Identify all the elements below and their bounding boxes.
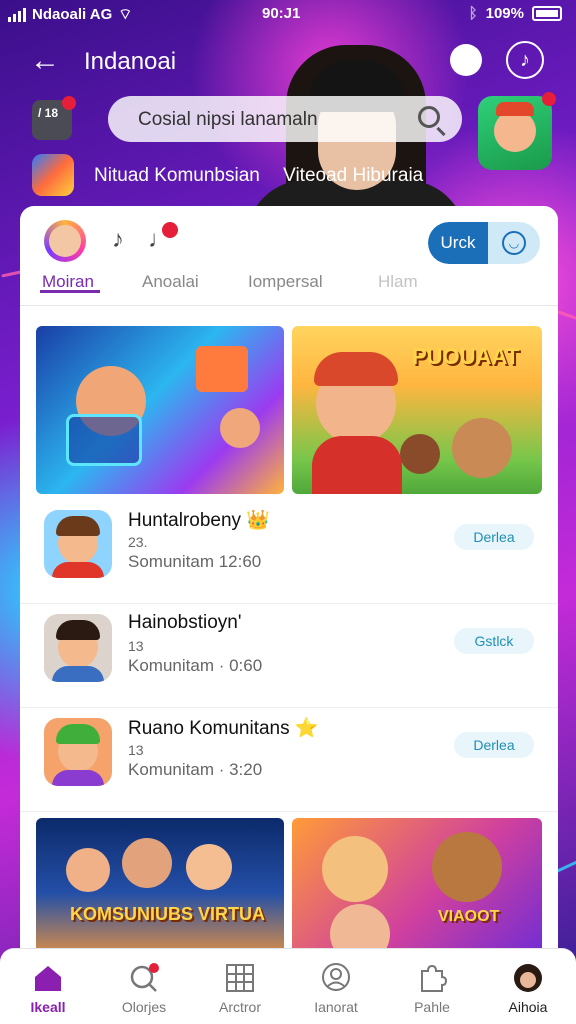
nav-home[interactable]: Ikeall: [0, 949, 96, 1024]
media-tile[interactable]: PUOUAAT: [292, 326, 542, 494]
music-note-icon[interactable]: ♪: [112, 226, 124, 254]
arrow-left-icon: ←: [30, 44, 60, 77]
content-card: ♪ ♩ Urck ◡ Moiran Anoalai Iompersal Hlam…: [20, 206, 558, 966]
nav-search[interactable]: Olorjes: [96, 949, 192, 1024]
item-meta: Somunitam 12:60: [128, 552, 262, 571]
bottom-nav: Ikeall Olorjes Arctror Ianorat Pahle Aih…: [0, 948, 576, 1024]
tab-anoalai[interactable]: Anoalai: [142, 272, 199, 292]
crown-icon: 👑: [246, 510, 270, 531]
music-alert-icon[interactable]: ♩: [148, 222, 178, 254]
search-placeholder: Cosial nipsi lanamaln: [138, 109, 318, 130]
tab-indicator: [40, 290, 100, 293]
chat-button[interactable]: [450, 44, 482, 76]
puzzle-icon: [421, 964, 448, 992]
media-tile[interactable]: [36, 326, 284, 494]
nav-label: Ianorat: [314, 999, 358, 1015]
music-note-icon: ♪: [520, 48, 530, 71]
nav-grid[interactable]: Arctror: [192, 949, 288, 1024]
user-avatar[interactable]: [44, 220, 86, 262]
home-icon: [35, 966, 61, 991]
nav-label: Olorjes: [121, 999, 167, 1015]
star-icon: ⭐: [294, 718, 319, 739]
status-bar: Ndaoali AG ⌔ 90:J1 ᛒ 109%: [0, 0, 576, 30]
nav-label: Arctror: [219, 999, 261, 1015]
tab-hlam[interactable]: Hlam: [378, 272, 418, 292]
profile-avatar[interactable]: [478, 92, 556, 170]
list-item[interactable]: Huntalrobeny 👑 23. Somunitam 12:60 Derle…: [20, 500, 558, 604]
media-tile[interactable]: VIAOOT: [292, 818, 542, 966]
item-meta: Komunitam · 3:20: [128, 760, 263, 779]
item-count: 13: [128, 638, 144, 654]
smile-icon: ◡: [502, 231, 526, 255]
profile-icon: [322, 963, 350, 991]
nav-label: Pahle: [414, 999, 450, 1015]
music-button[interactable]: ♪: [506, 41, 544, 79]
nav-label: Ikeall: [30, 999, 66, 1015]
category-link[interactable]: Nituad Komunbsian: [94, 165, 260, 186]
wifi-icon: ⌔: [118, 6, 133, 23]
media-tile[interactable]: KOMSUNIUBS VIRTUA: [36, 818, 284, 966]
carrier-text: Ndaoali AG: [32, 6, 113, 23]
tile-title: PUOUAAT: [412, 344, 520, 369]
toggle-label: Urck: [428, 222, 488, 264]
item-meta: Komunitam · 0:60: [128, 656, 263, 675]
signal-icon: [8, 7, 26, 22]
notification-badge: [542, 92, 556, 106]
nav-label: Aihoia: [508, 999, 548, 1015]
battery-icon: [532, 6, 562, 21]
category-links: Nituad Komunbsian Viteoad Hiburaia: [94, 165, 441, 187]
search-icon: [130, 963, 159, 992]
nav-puzzle[interactable]: Pahle: [384, 949, 480, 1024]
app-logo-icon[interactable]: [32, 154, 74, 196]
item-action-button[interactable]: Derlea: [454, 732, 534, 758]
item-thumbnail: [44, 718, 112, 786]
list-item[interactable]: Hainobstioyn' 13 Komunitam · 0:60 Gstlck: [20, 604, 558, 708]
item-action-button[interactable]: Gstlck: [454, 628, 534, 654]
page-title: Indanoai: [84, 48, 177, 75]
mini-app-box[interactable]: / 18: [32, 96, 76, 140]
category-link[interactable]: Viteoad Hiburaia: [283, 165, 423, 186]
search-icon[interactable]: [418, 106, 440, 128]
mode-toggle[interactable]: Urck ◡: [428, 222, 540, 264]
nav-profile[interactable]: Ianorat: [288, 949, 384, 1024]
item-thumbnail: [44, 614, 112, 682]
grid-icon: [226, 964, 254, 992]
notification-dot: [62, 96, 76, 110]
tab-moiran[interactable]: Moiran: [42, 272, 94, 292]
item-title: Huntalrobeny 👑: [128, 510, 270, 531]
bluetooth-icon: ᛒ: [468, 5, 478, 22]
battery-percent: 109%: [485, 5, 524, 22]
item-thumbnail: [44, 510, 112, 578]
back-button[interactable]: ←: [30, 46, 60, 76]
tile-title: VIAOOT: [438, 908, 500, 925]
item-count: 13: [128, 742, 144, 758]
item-title: Hainobstioyn': [128, 612, 242, 633]
avatar-icon: [514, 964, 542, 992]
item-action-button[interactable]: Derlea: [454, 524, 534, 550]
clock: 90:J1: [262, 5, 301, 22]
tab-iompersal[interactable]: Iompersal: [248, 272, 323, 292]
tile-title: KOMSUNIUBS VIRTUA: [70, 904, 266, 924]
tab-bar: Moiran Anoalai Iompersal Hlam: [20, 268, 558, 306]
list-item[interactable]: Ruano Komunitans ⭐ 13 Komunitam · 3:20 D…: [20, 708, 558, 812]
app-header: ← Indanoai ♪: [0, 38, 576, 88]
item-count: 23.: [128, 534, 148, 550]
item-title: Ruano Komunitans ⭐: [128, 718, 319, 739]
mini-box-label: / 18: [38, 106, 59, 120]
search-bar[interactable]: Cosial nipsi lanamaln: [108, 96, 462, 142]
nav-account[interactable]: Aihoia: [480, 949, 576, 1024]
